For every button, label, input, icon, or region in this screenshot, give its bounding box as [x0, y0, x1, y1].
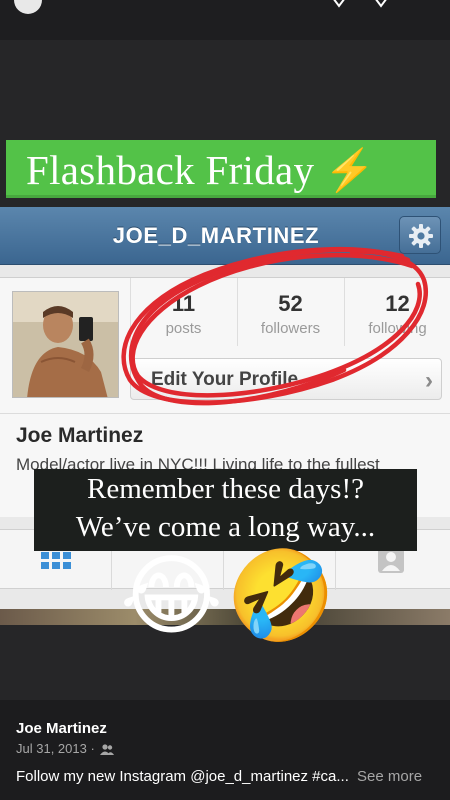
laughing-emoji: 😂: [120, 546, 223, 645]
post-info: Joe Martinez Jul 31, 2013 · Follow my ne…: [0, 706, 450, 800]
heart-icon[interactable]: [370, 0, 392, 10]
post-meta: Jul 31, 2013 ·: [16, 741, 115, 756]
stat-value: 12: [385, 291, 410, 316]
stat-label: posts: [165, 320, 202, 337]
instagram-profile-screenshot: JOE_D_MARTINEZ 11 posts 52 followers 12 …: [0, 207, 450, 625]
grid-icon: [41, 552, 71, 569]
heart-icon[interactable]: [328, 0, 350, 10]
stat-label: following: [368, 320, 427, 337]
post-caption: Follow my new Instagram @joe_d_martinez …: [16, 768, 422, 785]
stat-posts[interactable]: 11 posts: [130, 278, 236, 346]
post-date: Jul 31, 2013: [16, 741, 87, 756]
profile-photo-image: [13, 292, 118, 397]
post-caption-text: Follow my new Instagram @joe_d_martinez …: [16, 768, 349, 785]
lightning-icon: ⚡: [324, 147, 376, 193]
top-bar: [0, 0, 450, 40]
profile-stats: 11 posts 52 followers 12 following: [130, 278, 450, 346]
profile-avatar-circle[interactable]: [14, 0, 42, 14]
flashback-banner: Flashback Friday ⚡: [6, 140, 436, 198]
divider: [0, 413, 450, 414]
friends-icon: [100, 744, 115, 755]
stat-value: 52: [278, 291, 303, 316]
see-more-link[interactable]: See more: [357, 768, 422, 785]
ig-username: JOE_D_MARTINEZ: [112, 223, 320, 248]
caption-line: Remember these days!?: [86, 473, 364, 505]
profile-name: Joe Martinez: [16, 424, 144, 447]
meta-separator: ·: [90, 741, 95, 756]
photo-grid-strip: [0, 609, 450, 625]
stat-label: followers: [260, 320, 321, 337]
stat-value: 11: [171, 291, 196, 316]
banner-text: Flashback Friday ⚡: [26, 147, 376, 193]
profile-photo: [12, 291, 119, 398]
chevron-right-icon: ›: [425, 367, 433, 394]
edit-profile-button[interactable]: Edit Your Profile ›: [130, 358, 442, 400]
edit-profile-label: Edit Your Profile: [151, 369, 299, 390]
rolling-laughing-emoji: 🤣: [226, 546, 336, 645]
ig-header: JOE_D_MARTINEZ: [0, 207, 450, 265]
caption-line: We’ve come a long way...: [75, 511, 376, 543]
stat-followers[interactable]: 52 followers: [237, 278, 343, 346]
gear-icon: [409, 224, 433, 248]
stat-following[interactable]: 12 following: [344, 278, 450, 346]
story-view: Flashback Friday ⚡ JOE_D_MARTINEZ 11 pos…: [0, 0, 450, 700]
post-author[interactable]: Joe Martinez: [16, 720, 107, 737]
caption-box: Remember these days!? We’ve come a long …: [34, 469, 417, 551]
settings-button[interactable]: [399, 216, 441, 254]
